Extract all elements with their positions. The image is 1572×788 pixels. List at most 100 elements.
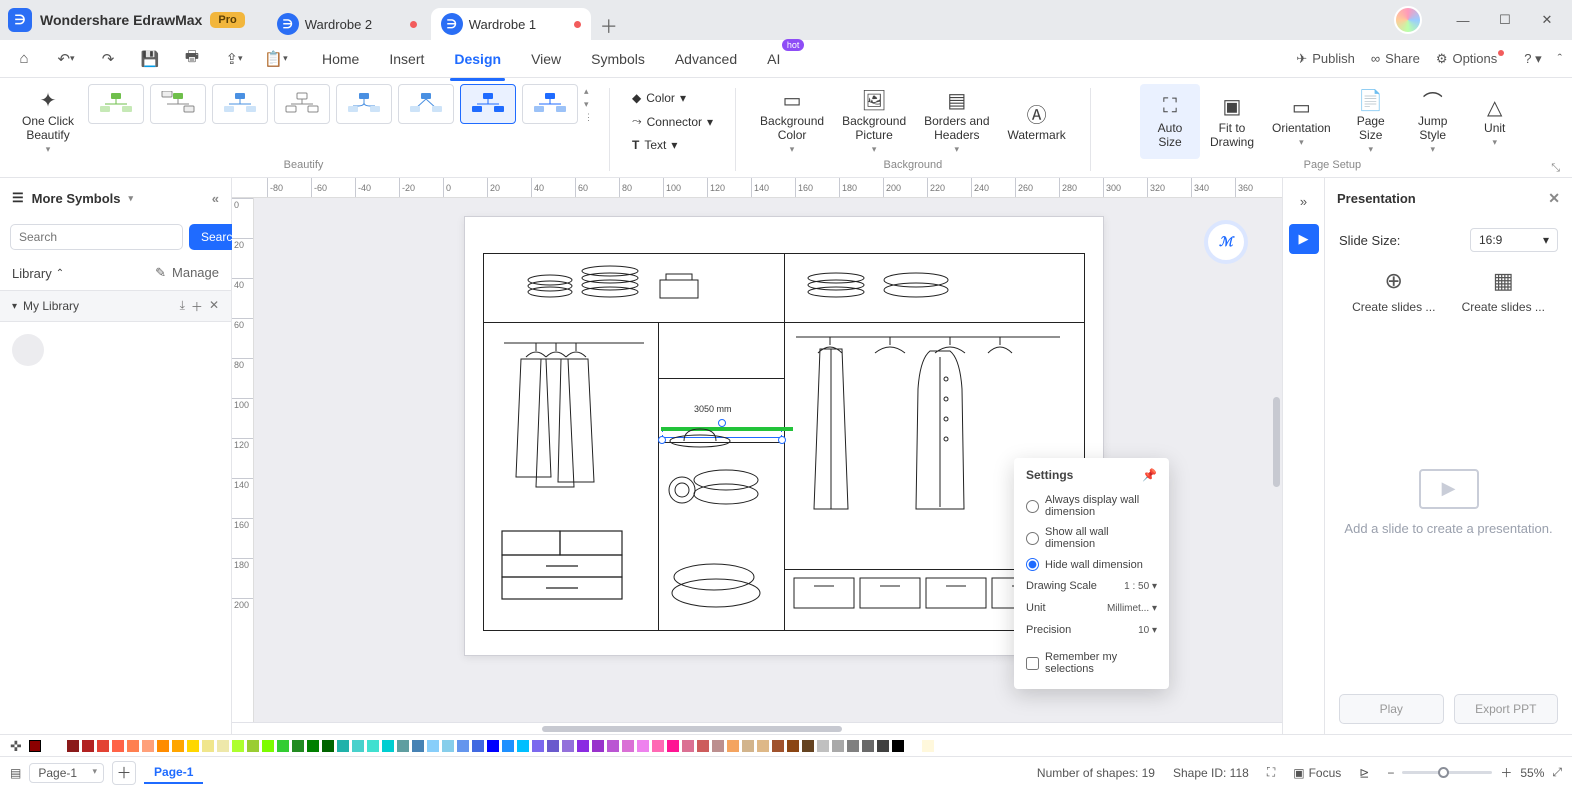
play-button[interactable]: Play bbox=[1339, 694, 1444, 724]
add-icon[interactable]: ＋ bbox=[191, 298, 203, 315]
swatch-more-button[interactable]: ⋮ bbox=[584, 112, 593, 123]
help-button[interactable]: ? ▾ bbox=[1524, 51, 1541, 67]
color-swatch[interactable] bbox=[577, 740, 589, 752]
color-swatch[interactable] bbox=[29, 740, 41, 752]
fullscreen-icon[interactable]: ⛶ bbox=[1267, 765, 1275, 780]
export-ppt-button[interactable]: Export PPT bbox=[1454, 694, 1559, 724]
add-page-button[interactable]: ＋ bbox=[112, 761, 136, 785]
color-swatch[interactable] bbox=[607, 740, 619, 752]
rail-presentation-button[interactable]: ▶ bbox=[1289, 224, 1319, 254]
color-swatch[interactable] bbox=[562, 740, 574, 752]
import-icon[interactable]: ⤓ bbox=[180, 298, 185, 315]
color-swatch[interactable] bbox=[112, 740, 124, 752]
menu-advanced[interactable]: Advanced bbox=[671, 45, 741, 73]
color-swatch[interactable] bbox=[847, 740, 859, 752]
left-panel-title[interactable]: More Symbols bbox=[32, 191, 121, 206]
redo-button[interactable]: ↷ bbox=[94, 45, 122, 73]
export-button[interactable]: ⇪▾ bbox=[220, 45, 248, 73]
color-swatch[interactable] bbox=[622, 740, 634, 752]
close-section-icon[interactable]: ✕ bbox=[209, 298, 219, 315]
create-slides-auto-button[interactable]: ⊕Create slides ... bbox=[1352, 268, 1435, 314]
color-swatch[interactable] bbox=[652, 740, 664, 752]
edit-icon[interactable]: ✎ bbox=[155, 265, 166, 281]
precision-select[interactable]: 10 ▾ bbox=[1102, 625, 1157, 636]
text-button[interactable]: T Text ▾ bbox=[626, 135, 683, 155]
create-slides-page-button[interactable]: ▦Create slides ... bbox=[1462, 268, 1545, 314]
options-button[interactable]: ⚙ Options bbox=[1436, 51, 1508, 67]
color-swatch[interactable] bbox=[682, 740, 694, 752]
remember-checkbox[interactable]: Remember my selections bbox=[1026, 647, 1157, 679]
menu-design[interactable]: Design bbox=[450, 45, 505, 73]
color-swatch[interactable] bbox=[187, 740, 199, 752]
zoom-fit-icon[interactable]: ⤢ bbox=[1552, 765, 1562, 780]
color-swatch[interactable] bbox=[547, 740, 559, 752]
rail-expand-button[interactable]: » bbox=[1289, 186, 1319, 216]
watermark-button[interactable]: ⒶWatermark bbox=[1000, 84, 1074, 159]
one-click-beautify-button[interactable]: ✦ One Click Beautify ▾ bbox=[14, 84, 82, 159]
color-swatch[interactable] bbox=[82, 740, 94, 752]
menu-ai[interactable]: AI hot bbox=[763, 45, 784, 73]
always-display-radio[interactable]: Always display wall dimension bbox=[1026, 490, 1157, 522]
color-swatch[interactable] bbox=[127, 740, 139, 752]
eyedropper-icon[interactable]: ✜ bbox=[10, 738, 26, 754]
color-swatch[interactable] bbox=[517, 740, 529, 752]
color-swatch[interactable] bbox=[412, 740, 424, 752]
theme-swatch-3[interactable] bbox=[212, 84, 268, 124]
color-swatch[interactable] bbox=[892, 740, 904, 752]
color-swatch[interactable] bbox=[247, 740, 259, 752]
color-swatch[interactable] bbox=[202, 740, 214, 752]
user-avatar[interactable] bbox=[1394, 6, 1422, 34]
page-selector[interactable]: Page-1 ▾ bbox=[29, 763, 104, 783]
color-button[interactable]: ◆ Color ▾ bbox=[626, 88, 692, 108]
theme-swatch-8[interactable] bbox=[522, 84, 578, 124]
theme-swatch-4[interactable] bbox=[274, 84, 330, 124]
canvas[interactable]: 3050 mm bbox=[254, 198, 1282, 722]
zoom-value[interactable]: 55% bbox=[1520, 766, 1544, 780]
color-swatch[interactable] bbox=[442, 740, 454, 752]
color-swatch[interactable] bbox=[877, 740, 889, 752]
color-swatch[interactable] bbox=[667, 740, 679, 752]
color-swatch[interactable] bbox=[277, 740, 289, 752]
unit-button[interactable]: △Unit▾ bbox=[1465, 84, 1525, 159]
color-swatch[interactable] bbox=[232, 740, 244, 752]
color-swatch[interactable] bbox=[787, 740, 799, 752]
window-close-button[interactable]: ✕ bbox=[1530, 3, 1564, 37]
background-color-button[interactable]: ▭Background Color▾ bbox=[752, 84, 832, 159]
menu-symbols[interactable]: Symbols bbox=[587, 45, 649, 73]
color-swatch[interactable] bbox=[367, 740, 379, 752]
color-swatch[interactable] bbox=[532, 740, 544, 752]
color-swatch[interactable] bbox=[337, 740, 349, 752]
jump-style-button[interactable]: ⌒Jump Style▾ bbox=[1403, 84, 1463, 159]
color-swatch[interactable] bbox=[712, 740, 724, 752]
color-swatch[interactable] bbox=[97, 740, 109, 752]
collapse-ribbon-button[interactable]: ˆ bbox=[1558, 51, 1562, 66]
save-button[interactable]: 💾 bbox=[136, 45, 164, 73]
zoom-out-button[interactable]: − bbox=[1387, 766, 1394, 780]
zoom-slider[interactable] bbox=[1402, 771, 1492, 774]
hide-wall-radio[interactable]: Hide wall dimension bbox=[1026, 554, 1157, 575]
page-size-button[interactable]: 📄Page Size▾ bbox=[1341, 84, 1401, 159]
color-swatch[interactable] bbox=[472, 740, 484, 752]
color-swatch[interactable] bbox=[262, 740, 274, 752]
theme-swatch-5[interactable] bbox=[336, 84, 392, 124]
right-panel-close-button[interactable]: ✕ bbox=[1548, 190, 1560, 207]
theme-swatch-1[interactable] bbox=[88, 84, 144, 124]
slide-ratio-select[interactable]: 16:9▾ bbox=[1470, 228, 1558, 252]
color-swatch[interactable] bbox=[922, 740, 934, 752]
pagesetup-dialog-button[interactable]: ⤡ bbox=[1551, 162, 1560, 175]
color-swatch[interactable] bbox=[382, 740, 394, 752]
color-swatch[interactable] bbox=[772, 740, 784, 752]
present-icon[interactable]: ⊵ bbox=[1359, 766, 1369, 780]
doc-tab-wardrobe-2[interactable]: ∋ Wardrobe 2 bbox=[267, 8, 427, 40]
color-swatch[interactable] bbox=[592, 740, 604, 752]
pages-icon[interactable]: ▤ bbox=[10, 766, 21, 780]
theme-swatch-6[interactable] bbox=[398, 84, 454, 124]
color-swatch[interactable] bbox=[307, 740, 319, 752]
color-swatch[interactable] bbox=[172, 740, 184, 752]
unit-select[interactable]: Millimet... ▾ bbox=[1102, 603, 1157, 614]
left-panel-collapse-button[interactable]: « bbox=[212, 191, 219, 206]
color-swatch[interactable] bbox=[802, 740, 814, 752]
pin-icon[interactable]: 📌 bbox=[1142, 468, 1157, 482]
color-swatch[interactable] bbox=[502, 740, 514, 752]
symbol-search-input[interactable] bbox=[10, 224, 183, 250]
